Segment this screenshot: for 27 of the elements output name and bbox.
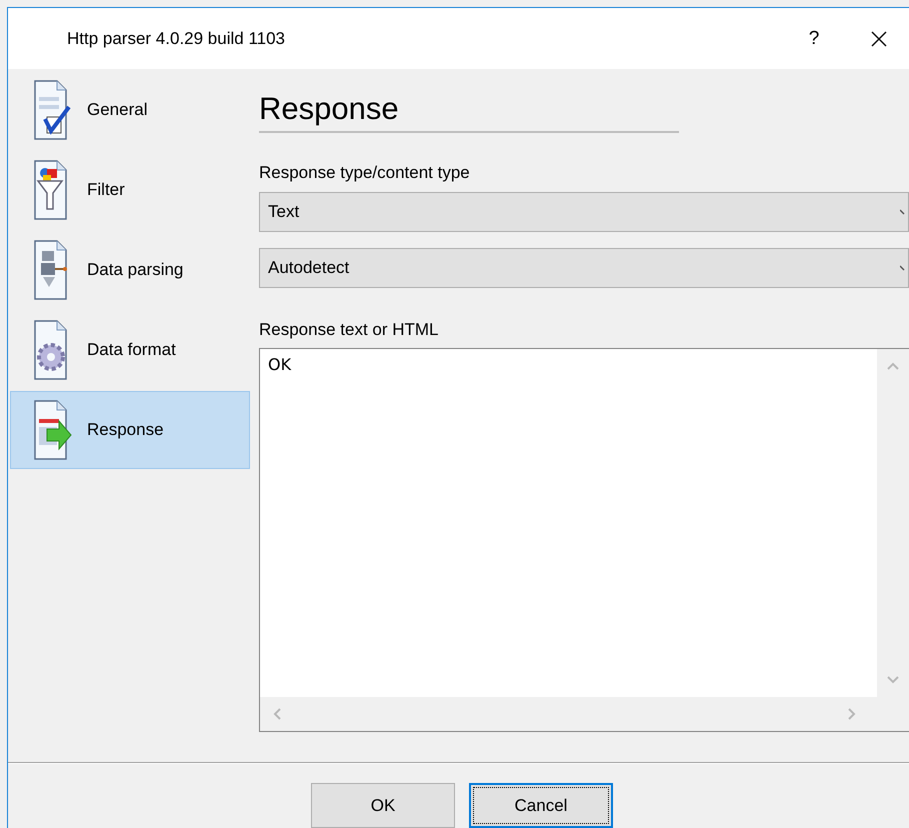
sidebar-item[interactable]: Response	[10, 391, 250, 469]
sidebar-item[interactable]: Data format	[10, 311, 250, 389]
dropdown[interactable]: Text	[259, 192, 909, 232]
text-content: OK	[267, 354, 292, 376]
scroll-down-icon[interactable]	[887, 675, 899, 685]
sidebar-label: General	[87, 100, 148, 120]
response-page-icon	[33, 399, 73, 461]
help-button[interactable]: ?	[789, 28, 839, 50]
sidebar-label: Response	[87, 420, 164, 440]
field-label: Response text or HTML	[259, 320, 440, 340]
field-label: Response type/content type	[259, 163, 471, 183]
sidebar-item[interactable]: Data parsing	[10, 231, 250, 309]
scroll-up-icon[interactable]	[887, 361, 899, 371]
general-page-icon	[33, 79, 73, 141]
scroll-left-icon[interactable]	[272, 708, 282, 720]
dialog-button[interactable]: Cancel	[469, 783, 613, 828]
sidebar-item[interactable]: General	[10, 71, 250, 149]
response-text-area[interactable]: OK	[259, 348, 909, 732]
window-title: Http parser 4.0.29 build 1103	[67, 28, 286, 48]
sidebar-item[interactable]: Filter	[10, 151, 250, 229]
dialog-button[interactable]: OK	[311, 783, 455, 828]
dropdown[interactable]: Autodetect	[259, 248, 909, 288]
sidebar-label: Data format	[87, 340, 176, 360]
sidebar-label: Filter	[87, 180, 125, 200]
page-heading: Response	[259, 91, 679, 133]
sidebar-label: Data parsing	[87, 260, 184, 280]
scroll-right-icon[interactable]	[847, 708, 857, 720]
